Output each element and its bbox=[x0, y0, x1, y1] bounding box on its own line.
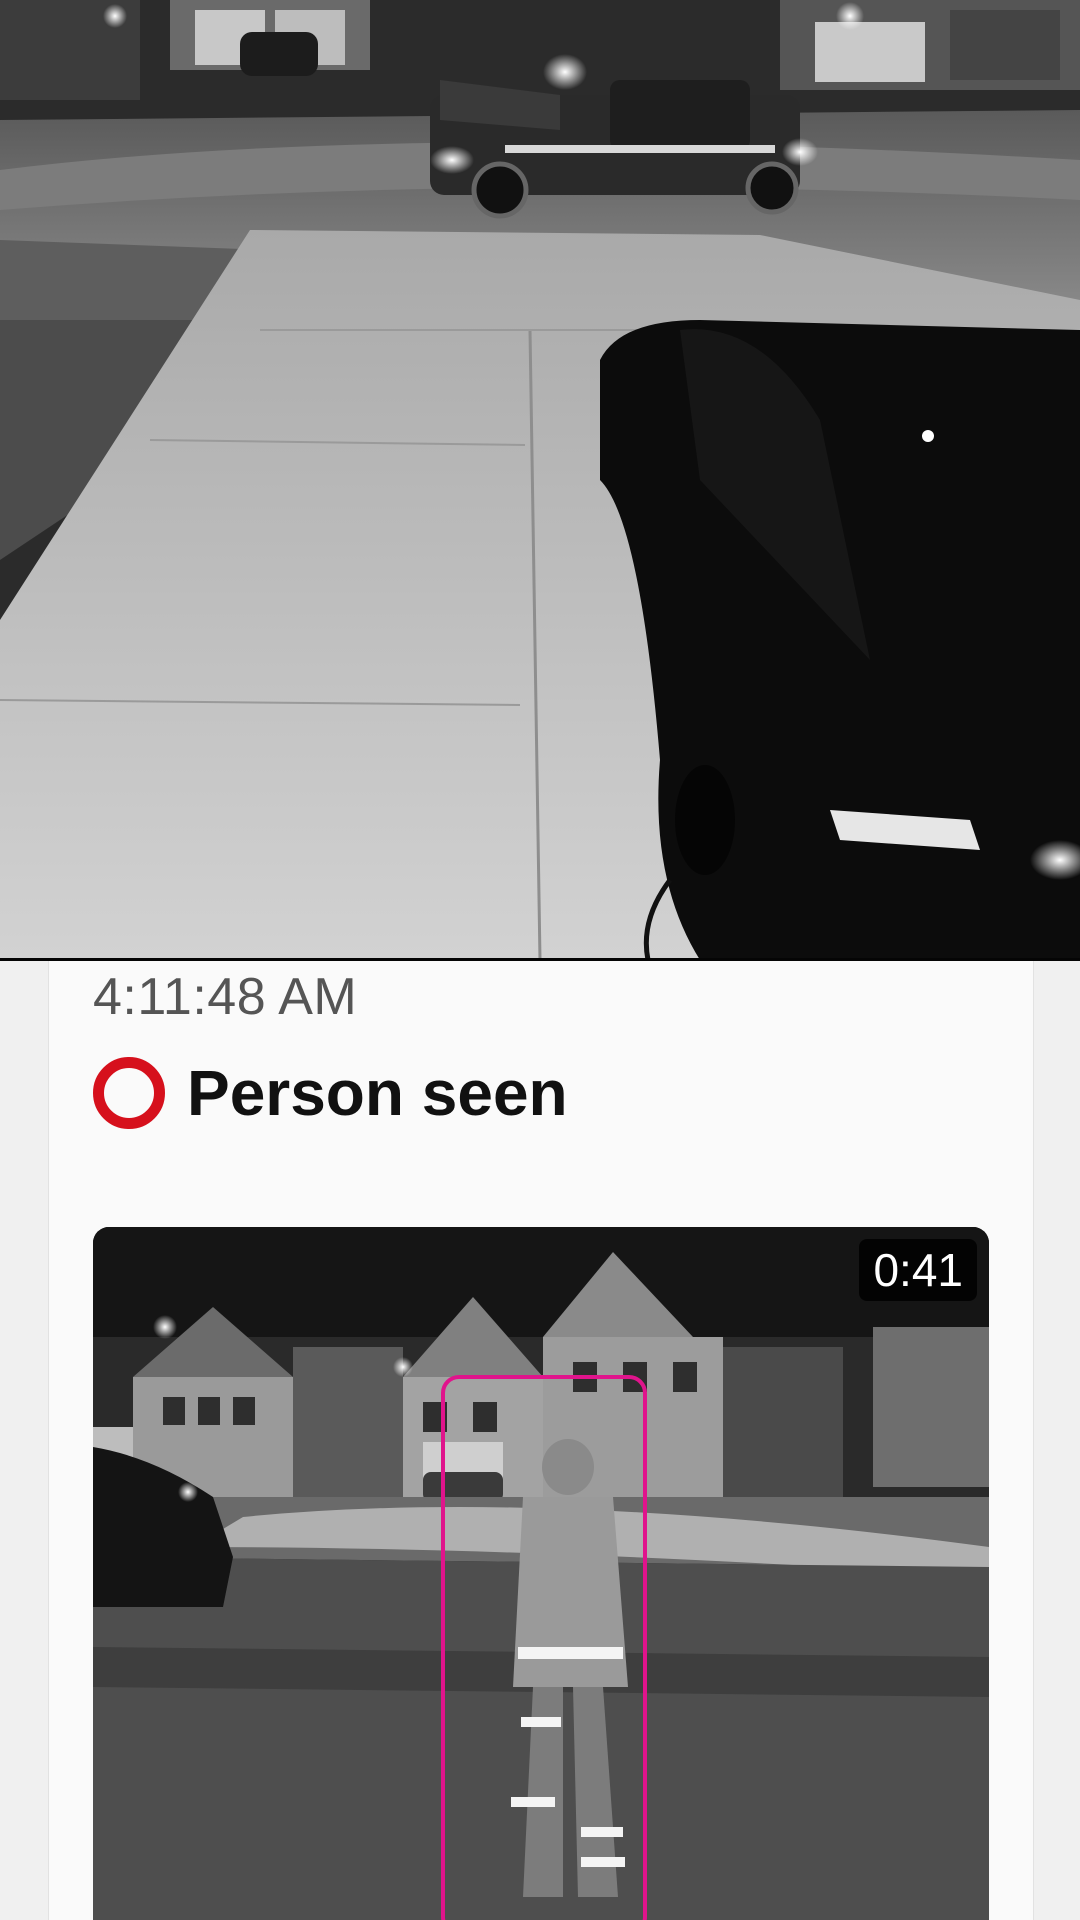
event-timestamp: 4:11:48 AM bbox=[93, 968, 358, 1026]
event-panel: 4:11:48 AM Person seen 0:41 bbox=[0, 961, 1080, 1920]
live-camera-view[interactable] bbox=[0, 0, 1080, 960]
person-detection-icon bbox=[93, 1057, 165, 1129]
event-type-row: Person seen bbox=[93, 1053, 568, 1133]
person-detection-box bbox=[441, 1375, 647, 1920]
camera-frame-image bbox=[0, 0, 1080, 960]
event-type-label: Person seen bbox=[187, 1057, 568, 1129]
event-card[interactable]: 4:11:48 AM Person seen 0:41 bbox=[48, 961, 1034, 1920]
clip-thumbnail[interactable]: 0:41 bbox=[93, 1227, 989, 1920]
clip-duration-badge: 0:41 bbox=[859, 1239, 977, 1301]
